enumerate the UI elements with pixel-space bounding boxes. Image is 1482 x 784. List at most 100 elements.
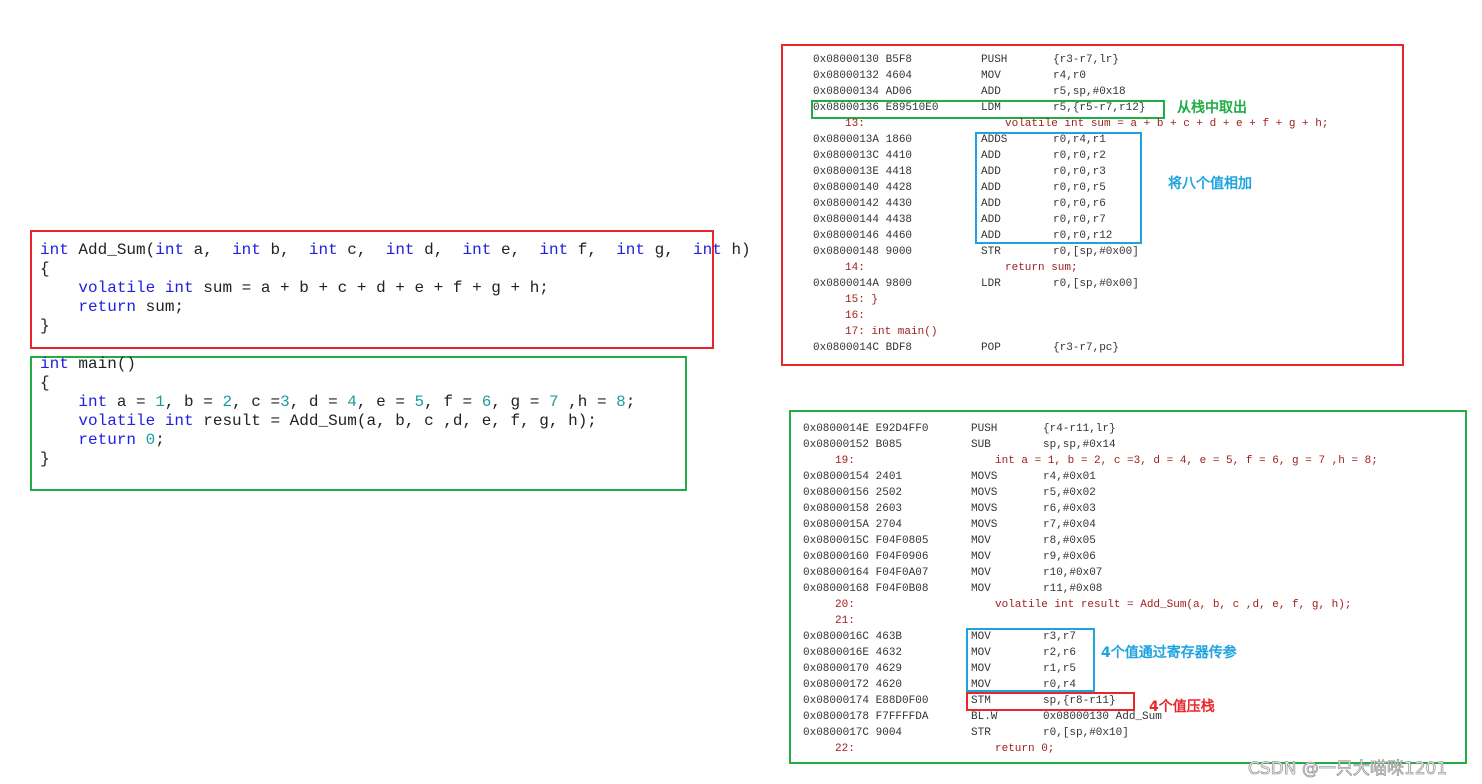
- instruction-operands: r4,r0: [1053, 70, 1087, 82]
- code-line: }: [40, 450, 635, 469]
- instruction-address: 0x0800013A 1860: [813, 134, 913, 146]
- instruction-address: 0x0800016C 463B: [803, 631, 903, 643]
- keyword: int: [164, 279, 194, 297]
- instruction-operands: r7,#0x04: [1043, 519, 1096, 531]
- code-text: , d =: [289, 393, 348, 411]
- code-text: c,: [337, 241, 386, 259]
- keyword: return: [78, 298, 137, 316]
- instruction-mnemonic: ADD: [981, 198, 1001, 210]
- code-text: , f =: [424, 393, 482, 411]
- instruction-mnemonic: MOVS: [971, 503, 998, 515]
- instruction-mnemonic: ADD: [981, 86, 1001, 98]
- instruction-address: 0x08000174 E88D0F00: [803, 695, 929, 707]
- keyword: int: [40, 241, 69, 259]
- code-line: int Add_Sum(int a, int b, int c, int d, …: [40, 241, 751, 260]
- instruction-operands: r1,r5: [1043, 663, 1077, 675]
- instruction-operands: r5,#0x02: [1043, 487, 1096, 499]
- code-text: }: [40, 450, 50, 468]
- number-literal: 6: [481, 393, 492, 411]
- instruction-mnemonic: MOV: [971, 631, 991, 643]
- code-text: a,: [184, 241, 233, 259]
- instruction-mnemonic: ADD: [981, 182, 1001, 194]
- instruction-mnemonic: STM: [971, 695, 991, 707]
- code-line: volatile int sum = a + b + c + d + e + f…: [40, 279, 751, 298]
- instruction-mnemonic: MOV: [971, 679, 991, 691]
- code-text: e,: [491, 241, 540, 259]
- instruction-mnemonic: MOV: [971, 551, 991, 563]
- instruction-mnemonic: LDR: [981, 278, 1001, 290]
- code-line: return 0;: [40, 431, 635, 450]
- instruction-mnemonic: STR: [971, 727, 991, 739]
- code-text: sum;: [136, 298, 185, 316]
- code-text: Add_Sum(: [68, 241, 156, 259]
- instruction-address: 0x08000152 B085: [803, 439, 903, 451]
- instruction-operands: r8,#0x05: [1043, 535, 1096, 547]
- instruction-address: 0x0800014C BDF8: [813, 342, 913, 354]
- code-text: h): [721, 241, 751, 259]
- instruction-address: 0x08000134 AD06: [813, 86, 913, 98]
- keyword: int: [164, 412, 194, 430]
- instruction-address: 0x08000156 2502: [803, 487, 903, 499]
- instruction-address: 0x08000142 4430: [813, 198, 913, 210]
- instruction-address: 0x08000148 9000: [813, 246, 913, 258]
- annotation-add-eight-values: 将八个值相加: [1168, 176, 1252, 192]
- instruction-address: 0x0800014E E92D4FF0: [803, 423, 929, 435]
- instruction-address: 0x0800014A 9800: [813, 278, 913, 290]
- number-literal: 3: [280, 393, 290, 411]
- source-line-text: int a = 1, b = 2, c =3, d = 4, e = 5, f …: [995, 455, 1378, 467]
- instruction-mnemonic: MOV: [971, 647, 991, 659]
- code-text: {: [40, 260, 50, 278]
- keyword: int: [308, 241, 338, 259]
- instruction-address: 0x08000130 B5F8: [813, 54, 913, 66]
- instruction-operands: r3,r7: [1043, 631, 1077, 643]
- instruction-address: 0x0800013E 4418: [813, 166, 913, 178]
- instruction-operands: r0,r0,r2: [1053, 150, 1106, 162]
- code-text: sum = a + b + c + d + e + f + g + h;: [193, 279, 549, 297]
- source-line-number: 22:: [835, 743, 855, 755]
- code-line: {: [40, 260, 751, 279]
- code-text: ;: [155, 431, 165, 449]
- instruction-mnemonic: BL.W: [971, 711, 998, 723]
- instruction-mnemonic: ADD: [981, 150, 1001, 162]
- instruction-address: 0x08000132 4604: [813, 70, 913, 82]
- source-line-number: 20:: [835, 599, 855, 611]
- add-sum-source-code: int Add_Sum(int a, int b, int c, int d, …: [40, 241, 751, 336]
- instruction-address: 0x0800017C 9004: [803, 727, 903, 739]
- instruction-address: 0x08000144 4438: [813, 214, 913, 226]
- instruction-operands: {r3-r7,pc}: [1053, 342, 1120, 354]
- source-line-number: 16:: [845, 310, 865, 322]
- instruction-address: 0x08000158 2603: [803, 503, 903, 515]
- instruction-address: 0x08000170 4629: [803, 663, 903, 675]
- annotation-pop-from-stack: 从栈中取出: [1177, 100, 1247, 116]
- instruction-operands: r0,r0,r3: [1053, 166, 1106, 178]
- instruction-address: 0x08000164 F04F0A07: [803, 567, 929, 579]
- instruction-mnemonic: MOV: [971, 567, 991, 579]
- instruction-address: 0x08000168 F04F0B08: [803, 583, 929, 595]
- instruction-operands: r2,r6: [1043, 647, 1077, 659]
- instruction-operands: r0,r4,r1: [1053, 134, 1106, 146]
- instruction-operands: r0,r0,r7: [1053, 214, 1106, 226]
- instruction-address: 0x08000140 4428: [813, 182, 913, 194]
- code-line: {: [40, 374, 635, 393]
- instruction-address: 0x0800015A 2704: [803, 519, 903, 531]
- code-line: }: [40, 317, 751, 336]
- instruction-address: 0x0800016E 4632: [803, 647, 903, 659]
- keyword: int: [78, 393, 108, 411]
- instruction-mnemonic: MOVS: [971, 519, 998, 531]
- instruction-mnemonic: ADD: [981, 230, 1001, 242]
- number-literal: 0: [145, 431, 156, 449]
- instruction-operands: r9,#0x06: [1043, 551, 1096, 563]
- instruction-mnemonic: MOVS: [971, 471, 998, 483]
- instruction-operands: r0,[sp,#0x00]: [1053, 278, 1139, 290]
- code-line: return sum;: [40, 298, 751, 317]
- keyword: int: [616, 241, 646, 259]
- code-text: g,: [645, 241, 694, 259]
- instruction-operands: 0x08000130 Add_Sum: [1043, 711, 1162, 723]
- source-line-number: 14:: [845, 262, 865, 274]
- source-line-number: 19:: [835, 455, 855, 467]
- instruction-operands: r0,r0,r5: [1053, 182, 1106, 194]
- instruction-mnemonic: ADDS: [981, 134, 1008, 146]
- instruction-operands: {r3-r7,lr}: [1053, 54, 1120, 66]
